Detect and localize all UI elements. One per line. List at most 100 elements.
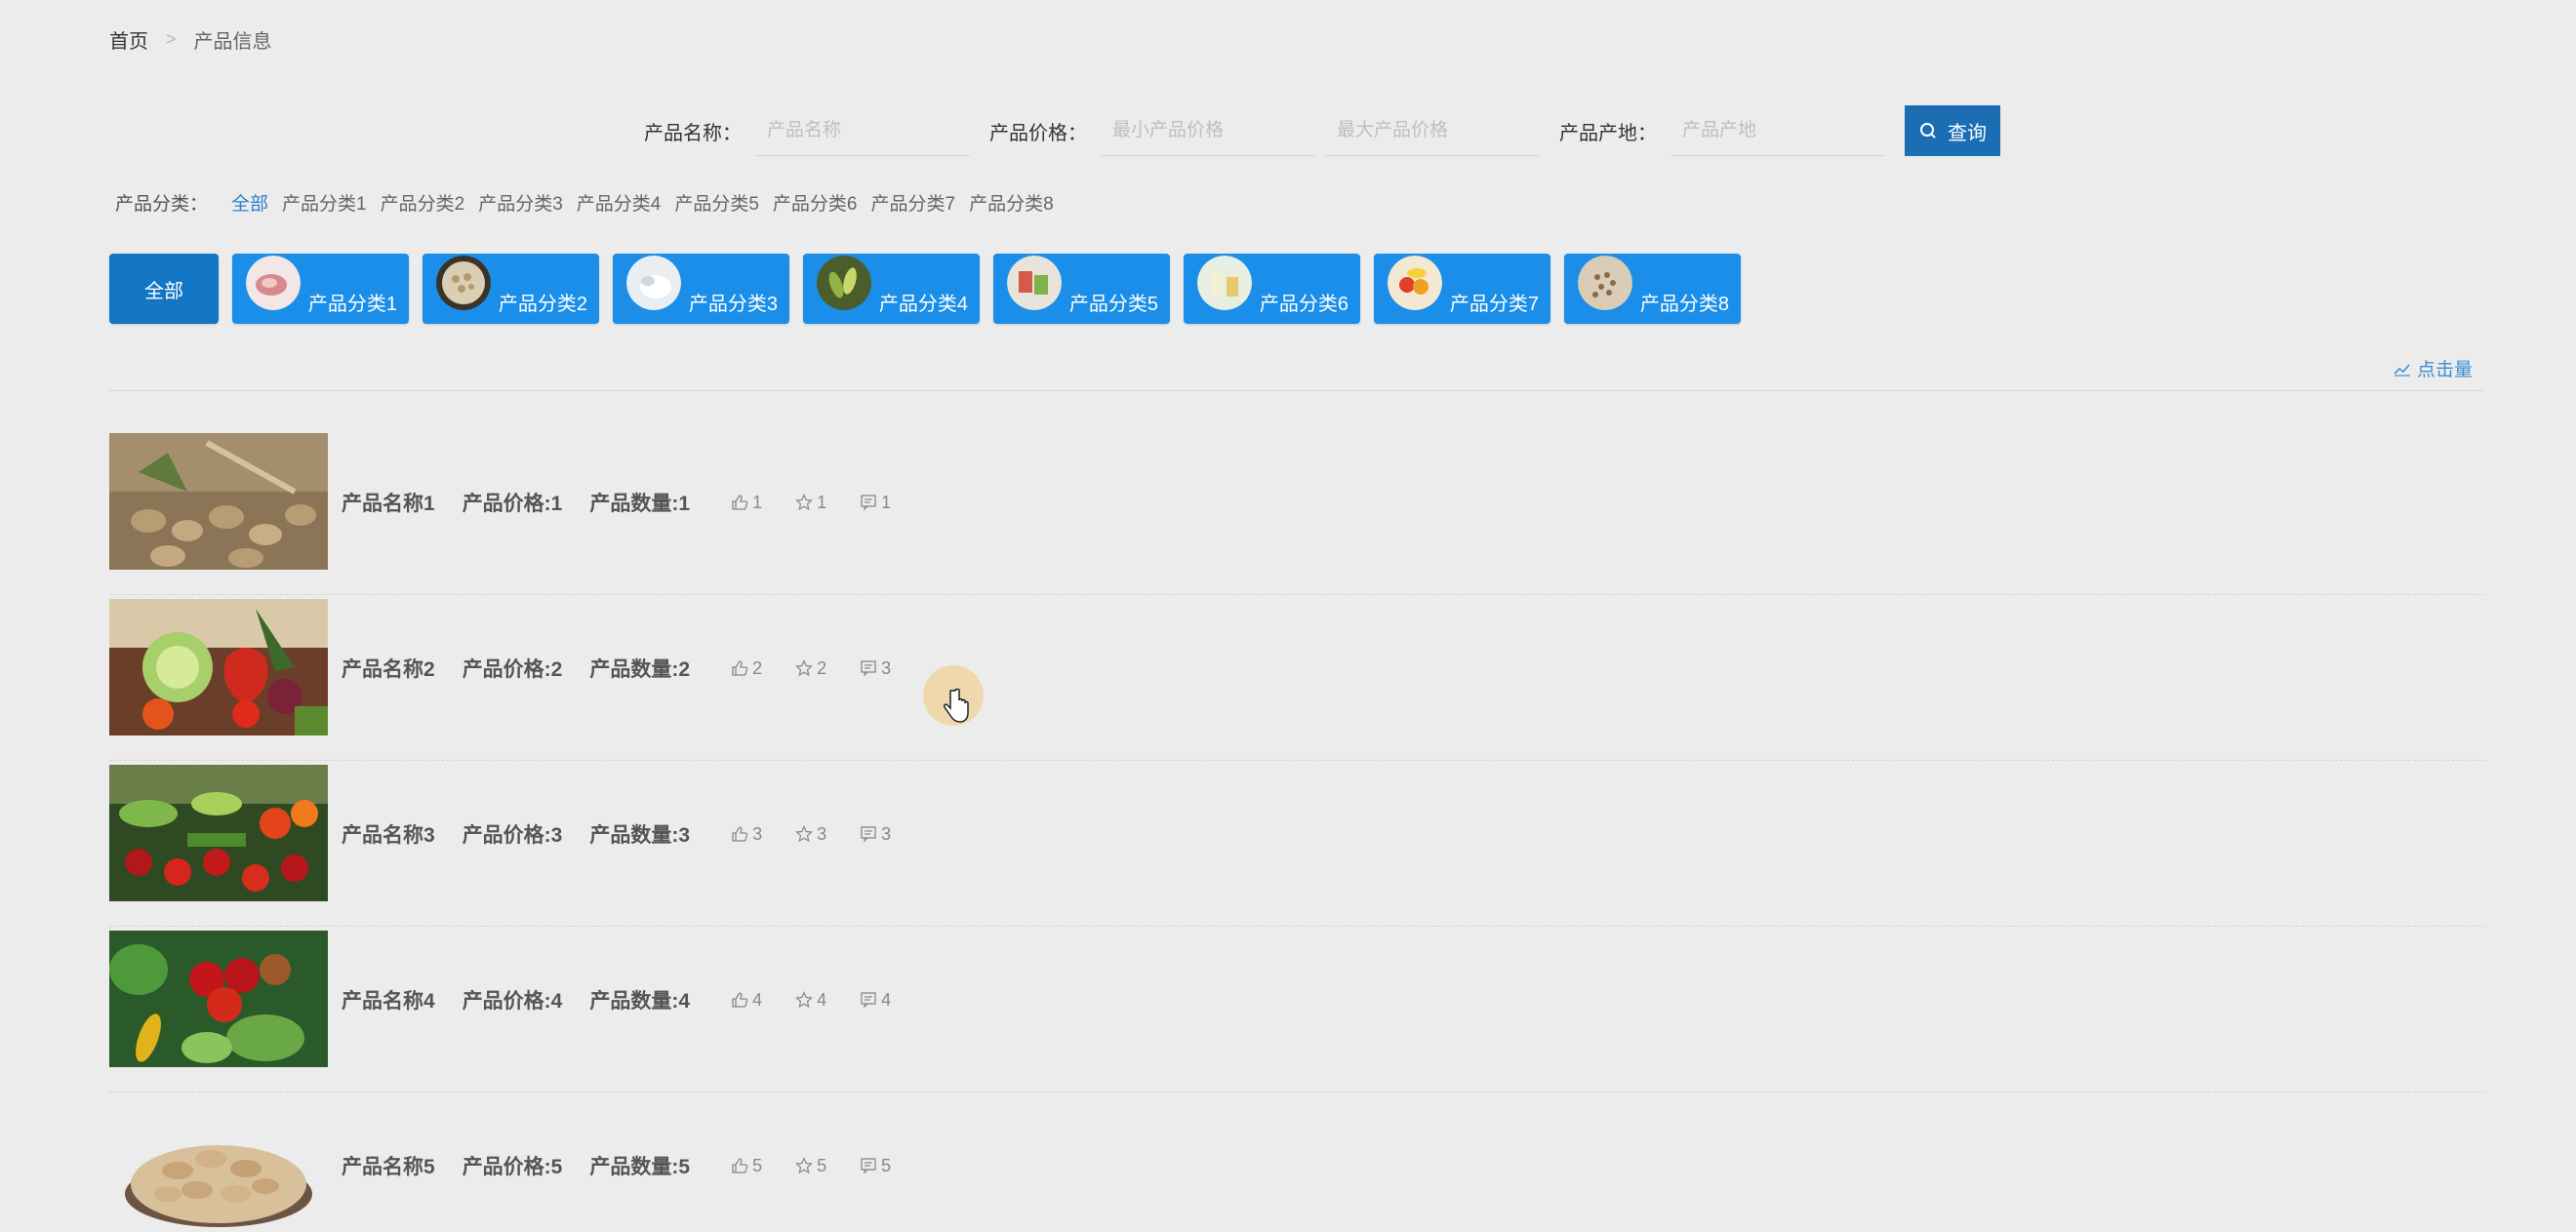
likes-count: 4 — [752, 989, 763, 1010]
hand-cursor-icon — [944, 688, 969, 723]
favorites-stat[interactable]: 2 — [795, 658, 826, 679]
comments-count: 3 — [881, 823, 892, 844]
potatoes-image[interactable] — [109, 433, 328, 570]
likes-stat[interactable]: 3 — [731, 824, 762, 845]
divider — [109, 390, 2484, 391]
product-origin-label: 产品产地： — [1559, 122, 1657, 144]
min-price-input[interactable] — [1101, 105, 1315, 156]
category-link-3[interactable]: 产品分类3 — [478, 189, 563, 216]
rice-thumb-icon — [626, 256, 681, 310]
product-row[interactable]: 产品名称4 产品价格:4 产品数量:4 4 4 4 — [109, 927, 2484, 1093]
product-name[interactable]: 产品名称1 — [342, 488, 435, 517]
product-info: 产品名称2 产品价格:2 产品数量:2 2 2 3 — [342, 654, 924, 683]
sort-label: 点击量 — [2416, 360, 2473, 380]
category-button-6[interactable]: 产品分类6 — [1184, 254, 1360, 324]
product-info: 产品名称1 产品价格:1 产品数量:1 1 1 1 — [342, 488, 924, 517]
category-link-all[interactable]: 全部 — [231, 189, 268, 216]
category-link-8[interactable]: 产品分类8 — [969, 189, 1054, 216]
category-button-4-label: 产品分类4 — [878, 294, 968, 315]
category-button-1[interactable]: 产品分类1 — [232, 254, 409, 324]
category-button-2-label: 产品分类2 — [498, 294, 587, 315]
likes-stat[interactable]: 2 — [731, 658, 762, 679]
star-icon — [795, 825, 813, 843]
market-vegetables-image[interactable] — [109, 765, 328, 901]
star-icon — [795, 659, 813, 677]
product-info: 产品名称5 产品价格:5 产品数量:5 5 5 5 — [342, 1151, 924, 1180]
favorites-count: 1 — [817, 492, 827, 512]
category-link-6[interactable]: 产品分类6 — [773, 189, 858, 216]
vegetables-image[interactable] — [109, 599, 328, 735]
meat-thumb-icon — [246, 256, 301, 310]
comments-count: 4 — [881, 989, 892, 1010]
favorites-count: 4 — [817, 989, 827, 1010]
likes-count: 5 — [752, 1155, 763, 1175]
category-button-4[interactable]: 产品分类4 — [803, 254, 980, 324]
category-button-7[interactable]: 产品分类7 — [1374, 254, 1550, 324]
favorites-stat[interactable]: 1 — [795, 493, 826, 513]
apples-vegetables-image[interactable] — [109, 931, 328, 1067]
category-button-5-label: 产品分类5 — [1068, 294, 1158, 315]
product-row[interactable]: 产品名称2 产品价格:2 产品数量:2 2 2 3 — [109, 595, 2484, 761]
thumbs-up-icon — [732, 495, 748, 510]
category-button-3[interactable]: 产品分类3 — [613, 254, 789, 324]
favorites-count: 3 — [817, 823, 827, 844]
product-name[interactable]: 产品名称5 — [342, 1151, 435, 1180]
likes-stat[interactable]: 4 — [731, 990, 762, 1011]
breadcrumb-home[interactable]: 首页 — [109, 25, 148, 54]
query-button[interactable]: 查询 — [1905, 105, 2000, 156]
grain-thumb-icon — [1578, 256, 1632, 310]
comments-stat[interactable]: 3 — [860, 658, 891, 679]
product-row[interactable]: 产品名称1 产品价格:1 产品数量:1 1 1 1 — [109, 429, 2484, 595]
comments-stat[interactable]: 1 — [860, 493, 891, 513]
star-icon — [795, 494, 813, 511]
sort-by-clicks[interactable]: 点击量 — [2394, 355, 2473, 381]
comments-stat[interactable]: 3 — [860, 824, 891, 845]
product-row[interactable]: 产品名称5 产品价格:5 产品数量:5 5 5 5 — [109, 1093, 2484, 1232]
breadcrumb: 首页 > 产品信息 — [109, 25, 272, 54]
product-row[interactable]: 产品名称3 产品价格:3 产品数量:3 3 3 3 — [109, 761, 2484, 927]
category-link-1[interactable]: 产品分类1 — [282, 189, 367, 216]
category-link-4[interactable]: 产品分类4 — [577, 189, 662, 216]
category-button-5[interactable]: 产品分类5 — [993, 254, 1170, 324]
product-quantity: 产品数量:2 — [589, 658, 691, 681]
product-name-label: 产品名称： — [644, 122, 742, 144]
comment-icon — [861, 1158, 876, 1174]
likes-count: 1 — [752, 492, 763, 512]
category-link-2[interactable]: 产品分类2 — [381, 189, 465, 216]
product-name[interactable]: 产品名称3 — [342, 819, 435, 849]
comments-count: 1 — [881, 492, 892, 512]
comment-icon — [861, 660, 876, 677]
snack-thumb-icon — [1007, 256, 1062, 310]
product-name-input[interactable] — [755, 105, 970, 156]
peanuts-image[interactable] — [109, 1096, 328, 1232]
category-button-all[interactable]: 全部 — [109, 254, 219, 324]
likes-stat[interactable]: 5 — [731, 1156, 762, 1176]
likes-count: 3 — [752, 823, 763, 844]
favorites-stat[interactable]: 3 — [795, 824, 826, 845]
search-bar: 产品名称： 产品价格： 产品产地： 查询 — [644, 103, 2000, 158]
category-button-8[interactable]: 产品分类8 — [1564, 254, 1741, 324]
vegetable-thumb-icon — [817, 256, 871, 310]
comments-stat[interactable]: 5 — [860, 1156, 891, 1176]
favorites-stat[interactable]: 5 — [795, 1156, 826, 1176]
comments-stat[interactable]: 4 — [860, 990, 891, 1011]
category-link-7[interactable]: 产品分类7 — [871, 189, 956, 216]
likes-stat[interactable]: 1 — [731, 493, 762, 513]
product-name[interactable]: 产品名称4 — [342, 985, 435, 1014]
product-quantity: 产品数量:1 — [589, 493, 691, 515]
star-icon — [795, 991, 813, 1009]
category-button-7-label: 产品分类7 — [1449, 294, 1539, 315]
category-button-2[interactable]: 产品分类2 — [423, 254, 599, 324]
max-price-input[interactable] — [1325, 105, 1540, 156]
category-buttons: 全部 产品分类1 产品分类2 产品分类3 产品分类4 产品分类5 产品分类6 产… — [109, 254, 1741, 324]
search-icon — [1920, 123, 1936, 139]
comment-icon — [861, 495, 876, 511]
query-button-label: 查询 — [1948, 122, 1987, 144]
likes-count: 2 — [752, 657, 763, 678]
category-link-5[interactable]: 产品分类5 — [674, 189, 759, 216]
product-price: 产品价格:2 — [462, 658, 563, 681]
favorites-stat[interactable]: 4 — [795, 990, 826, 1011]
product-origin-input[interactable] — [1670, 105, 1885, 156]
product-name[interactable]: 产品名称2 — [342, 654, 435, 683]
product-price: 产品价格:3 — [462, 824, 563, 847]
